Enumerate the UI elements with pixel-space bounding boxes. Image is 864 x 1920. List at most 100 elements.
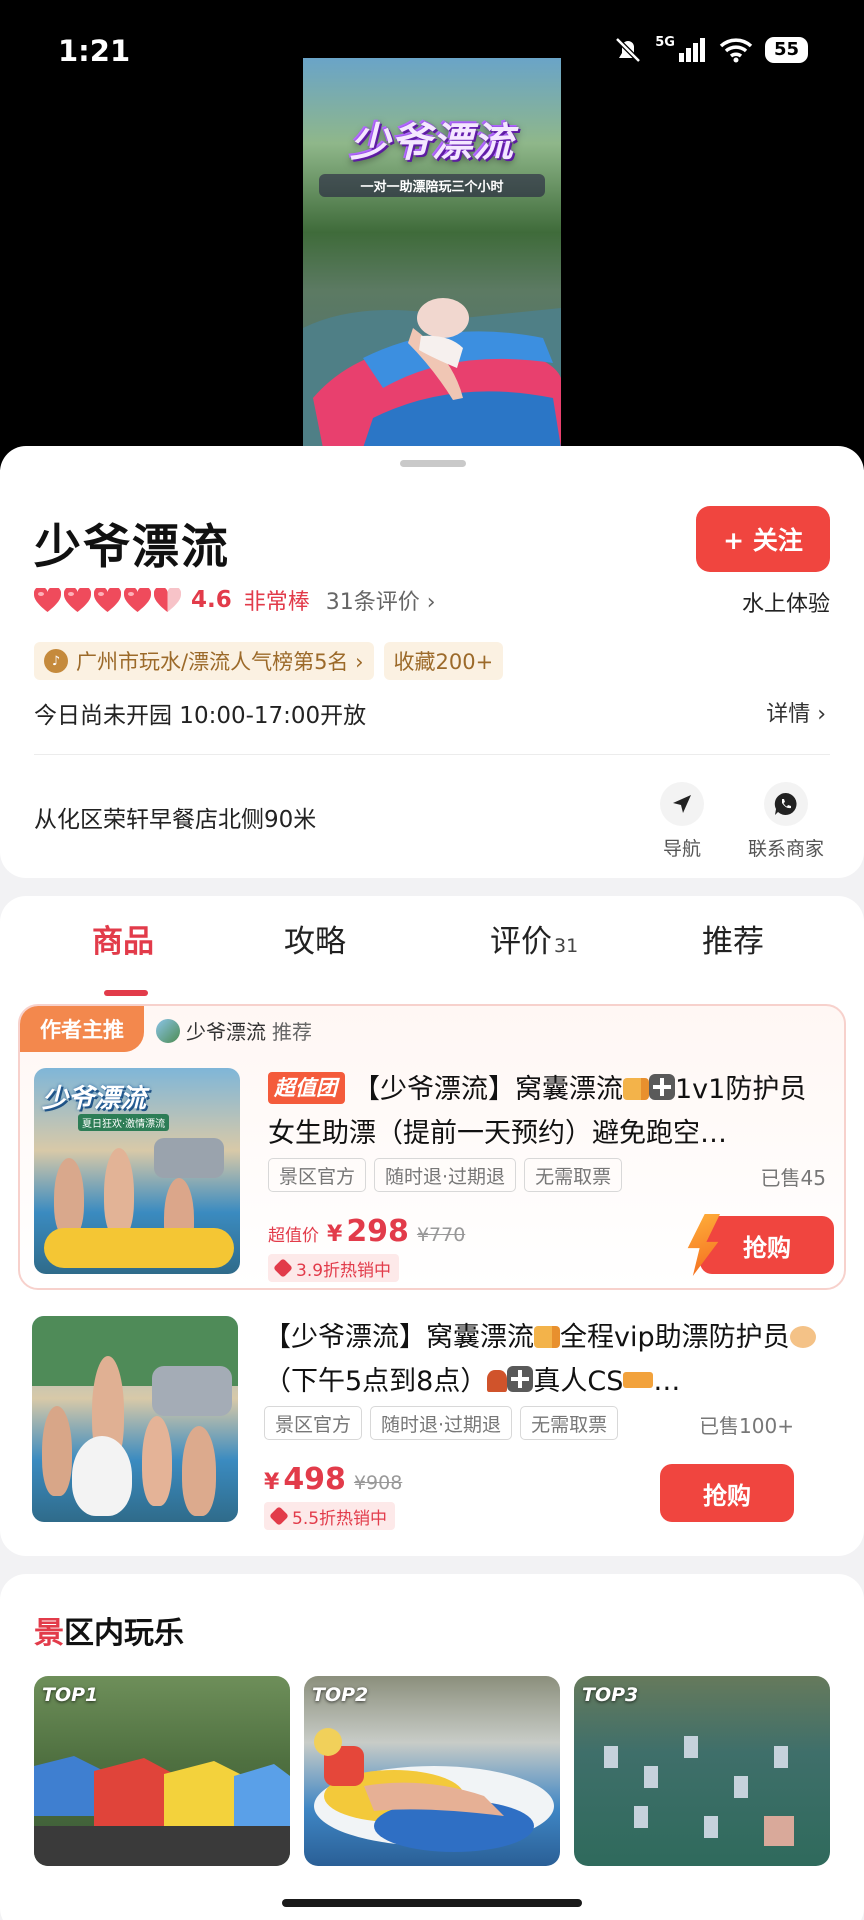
tab-bar: 商品 攻略 评价 31 推荐 (0, 916, 864, 996)
navigate-button[interactable]: 导航 (660, 782, 704, 861)
category-tag: 水上体验 (741, 592, 830, 617)
product-title-part: 全程vip助漂防护员 (560, 1322, 790, 1353)
car (152, 1366, 232, 1416)
status-icons: 5G 55 (613, 34, 808, 64)
product-image[interactable] (32, 1316, 238, 1522)
product-title[interactable]: 超值团 【少爷漂流】窝囊漂流 1v1防护员女生助漂（提前一天预约）避免跑空… (268, 1068, 828, 1156)
figure (182, 1426, 216, 1516)
product-image[interactable]: 少爷漂流 夏日狂欢·激情漂流 (34, 1068, 240, 1274)
contact-merchant-button[interactable]: 联系商家 (748, 782, 824, 861)
rating-score: 4.6 (191, 587, 232, 613)
ticket-emoji-icon (623, 1078, 649, 1100)
place-info-card: 少爷漂流 + 关注 4.6 非常棒 31条评价 › 水上体验 ♪ 广州市玩水/漂… (0, 446, 864, 878)
product-tag: 景区官方 (268, 1158, 367, 1192)
price-label: 超值价 (268, 1226, 319, 1246)
tab-recommend[interactable]: 推荐 (702, 916, 764, 961)
figure (42, 1406, 72, 1496)
section-title-first-char: 景 (34, 1616, 64, 1651)
product-tags: 景区官方 随时退·过期退 无需取票 (268, 1158, 623, 1192)
video-subtitle: 一对一助漂陪玩三个小时 (319, 174, 545, 197)
signal-icon (678, 38, 705, 62)
products-card: 商品 攻略 评价 31 推荐 作者主推 少爷漂流 推荐 少爷漂流 夏日狂欢·激情漂… (0, 896, 864, 1556)
woman-emoji-icon (789, 1326, 816, 1348)
original-price: ¥908 (353, 1472, 403, 1494)
rating-word: 非常棒 (243, 590, 310, 615)
section-title-rest: 区内玩乐 (64, 1616, 184, 1651)
opening-hours: 今日尚未开园 10:00-17:00开放 (34, 703, 367, 729)
address[interactable]: 从化区荣轩早餐店北侧90米 (34, 800, 316, 834)
network-label: 5G (655, 34, 675, 50)
scenic-fun-card: 景区内玩乐 TOP1 TOP2 TOP3 (0, 1574, 864, 1920)
discount-label: 5.5折热销中 (292, 1508, 388, 1529)
home-indicator[interactable] (282, 1899, 582, 1907)
product-image-title: 少爷漂流 (42, 1084, 147, 1114)
product-tag: 无需取票 (520, 1406, 619, 1440)
price-row: 超值价 ¥ 298 ¥770 (268, 1214, 465, 1249)
heart-icon (124, 587, 151, 612)
rank-badge: TOP2 (312, 1684, 369, 1706)
chat-phone-icon (764, 782, 808, 826)
figure (104, 1148, 134, 1238)
sheet-grabber[interactable] (400, 460, 466, 467)
dancer-emoji-icon (487, 1370, 508, 1392)
heart-icon (64, 587, 91, 612)
author-pick-badge: 作者主推 (20, 1006, 144, 1052)
navigate-label: 导航 (662, 838, 701, 860)
product-item[interactable]: 【少爷漂流】窝囊漂流 全程vip助漂防护员 （下午5点到8点） 真人CS … 景区官方 … (0, 1312, 828, 1532)
heart-icon (94, 587, 121, 612)
tab-products[interactable]: 商品 (92, 916, 154, 961)
recommender-name: 少爷漂流 (186, 1020, 266, 1044)
tab-reviews-label: 评价 (490, 924, 552, 960)
sold-count: 已售45 (760, 1166, 826, 1190)
battery-indicator: 55 (764, 37, 808, 63)
video-thumbnail[interactable]: 少爷漂流 一对一助漂陪玩三个小时 (303, 58, 561, 446)
details-link[interactable]: 详情 › (766, 696, 826, 728)
video-title: 少爷漂流 (350, 120, 514, 166)
follow-button[interactable]: + 关注 (696, 506, 830, 572)
tab-guides[interactable]: 攻略 (284, 916, 346, 961)
product-tag: 随时退·过期退 (374, 1158, 517, 1192)
author-recommend-box: 作者主推 少爷漂流 推荐 少爷漂流 夏日狂欢·激情漂流 超值团 【少爷漂流】窝囊漂… (18, 1004, 846, 1290)
avatar (156, 1018, 180, 1043)
buy-button[interactable]: 抢购 (660, 1464, 794, 1522)
product-image-subtitle: 夏日狂欢·激情漂流 (78, 1114, 170, 1131)
fun-item[interactable]: TOP2 (304, 1676, 560, 1866)
product-title-part: 【少爷漂流】窝囊漂流 (353, 1074, 623, 1105)
figure (54, 1158, 84, 1238)
section-title: 景区内玩乐 (34, 1608, 184, 1652)
price: 298 (346, 1214, 409, 1249)
rating-row: 4.6 非常棒 31条评价 › (34, 584, 436, 616)
fun-item[interactable]: TOP3 (574, 1676, 830, 1866)
plus-emoji-icon (507, 1366, 534, 1392)
half-heart-icon (154, 587, 181, 612)
discount-label: 3.9折热销中 (296, 1260, 392, 1281)
product-title-part: （下午5点到8点） (264, 1366, 488, 1397)
rank-tag[interactable]: ♪ 广州市玩水/漂流人气榜第5名 › (34, 642, 374, 680)
product-item[interactable]: 少爷漂流 夏日狂欢·激情漂流 超值团 【少爷漂流】窝囊漂流 1v1防护员女生助漂（提… (20, 1064, 844, 1284)
rank-badge: TOP1 (42, 1684, 99, 1706)
buy-button[interactable]: 抢购 (700, 1216, 834, 1274)
currency-symbol: ¥ (264, 1470, 280, 1495)
product-tag: 景区官方 (264, 1406, 363, 1440)
rank-row: ♪ 广州市玩水/漂流人气榜第5名 › 收藏200+ (34, 642, 504, 680)
mute-icon (615, 37, 641, 63)
fun-item[interactable]: TOP1 (34, 1676, 290, 1866)
product-title-part: … (653, 1366, 681, 1397)
navigation-arrow-icon (660, 782, 704, 826)
status-time: 1:21 (58, 34, 131, 68)
tag-icon (269, 1506, 289, 1526)
product-title[interactable]: 【少爷漂流】窝囊漂流 全程vip助漂防护员（下午5点到8点） 真人CS… (264, 1316, 824, 1404)
video-area[interactable]: 1:21 5G 55 少爷漂流 一对一助漂陪玩三个小时 (0, 0, 864, 470)
place-title: 少爷漂流 (34, 520, 230, 575)
discount-tag: 5.5折热销中 (264, 1502, 396, 1530)
rating-hearts (34, 587, 181, 613)
contact-label: 联系商家 (748, 838, 825, 860)
price: 498 (283, 1462, 346, 1497)
sold-count: 已售100+ (699, 1414, 794, 1438)
price-row: ¥ 498 ¥908 (264, 1462, 402, 1497)
product-title-part: 【少爷漂流】窝囊漂流 (264, 1322, 534, 1353)
heart-icon (34, 587, 61, 612)
raft-illustration (303, 298, 561, 446)
review-count-link[interactable]: 31条评价 › (326, 584, 436, 616)
tab-reviews[interactable]: 评价 31 (490, 916, 578, 961)
